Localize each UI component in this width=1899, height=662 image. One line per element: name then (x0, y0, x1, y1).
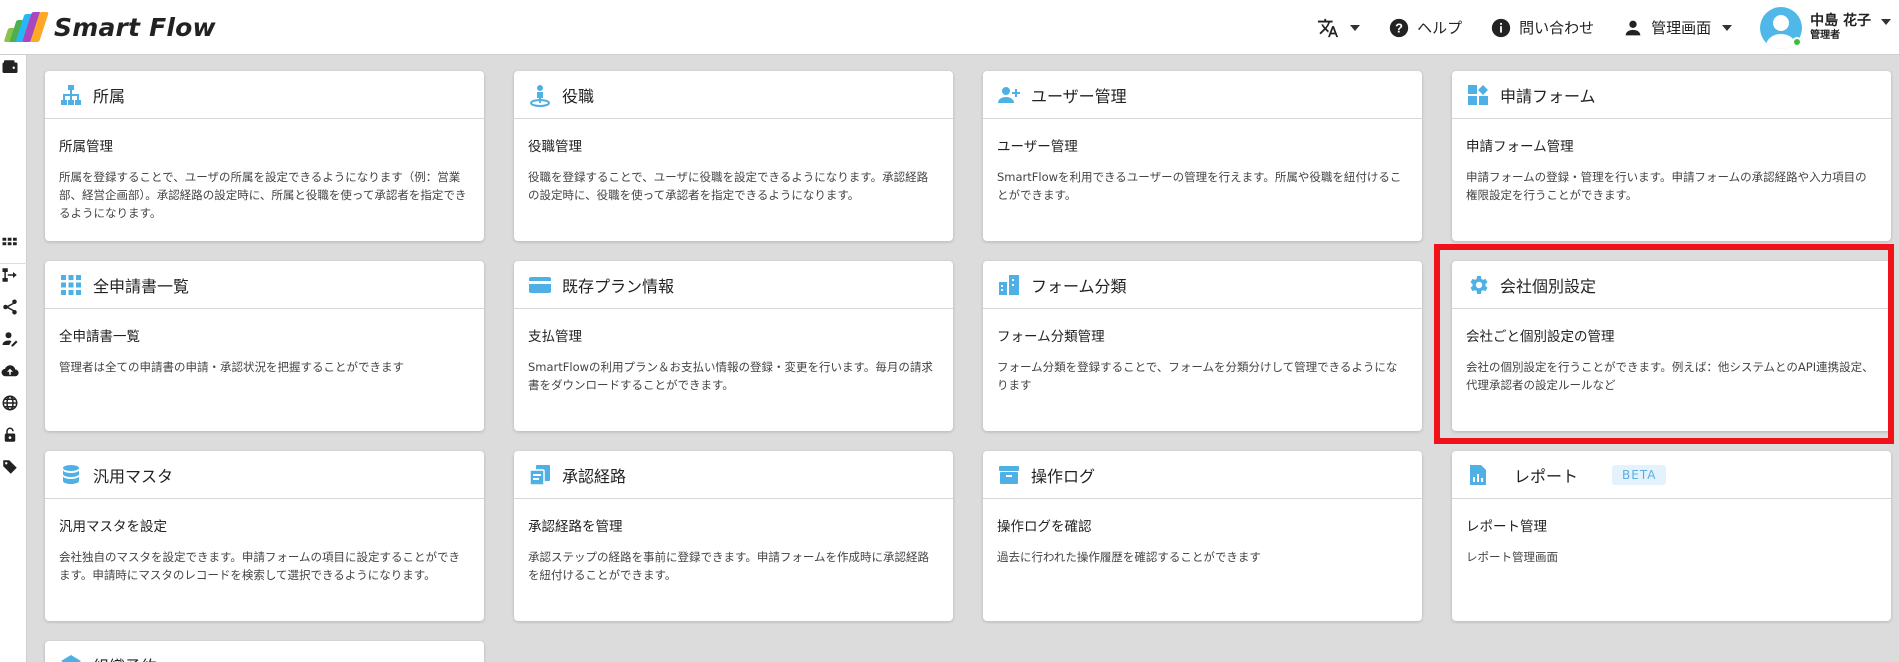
logo-mark-icon (2, 10, 49, 44)
app-name: Smart Flow (54, 12, 216, 42)
card-subtitle: 操作ログを確認 (997, 519, 1092, 535)
database-icon (63, 464, 79, 484)
card-affiliation[interactable]: 所属 所属管理 所属を登録することで、ユーザの所属を設定できるようになります（例… (45, 71, 484, 241)
card-position[interactable]: 役職 役職管理 役職を登録することで、ユーザに役職を設定できるようになります。承… (514, 71, 953, 241)
widgets-icon (1468, 84, 1488, 105)
card-subtitle: フォーム分類管理 (997, 329, 1105, 345)
card-title: 既存プラン情報 (562, 276, 675, 296)
sidebar-divider (0, 263, 27, 264)
card-title: レポート (1514, 466, 1579, 486)
card-title: 会社個別設定 (1500, 276, 1597, 296)
card-subtitle: 申請フォーム管理 (1466, 139, 1574, 155)
chevron-down-icon (1881, 18, 1891, 25)
card-subtitle: 役職管理 (528, 139, 582, 155)
language-menu[interactable] (1317, 17, 1361, 39)
left-sidebar (0, 55, 27, 662)
report-icon (1470, 464, 1486, 485)
chevron-down-icon (1722, 24, 1733, 31)
card-title: ユーザー管理 (1031, 86, 1127, 106)
card-description: 管理者は全ての申請書の申請・承認状況を把握することができます (59, 360, 404, 374)
card-form-category[interactable]: フォーム分類 フォーム分類管理 フォーム分類を登録することで、フォームを分類分け… (983, 261, 1422, 431)
card-description: レポート管理画面 (1466, 550, 1558, 564)
online-status-dot (1792, 36, 1803, 47)
card-title: 承認経路 (562, 466, 627, 486)
card-description: SmartFlowを利用できるユーザーの管理を行えます。所属や役職を紐付けること… (997, 170, 1402, 202)
credit-card-icon (529, 276, 551, 293)
card-application-form[interactable]: 申請フォーム 申請フォーム管理 申請フォームの登録・管理を行います。申請フォーム… (1452, 71, 1891, 241)
card-subtitle: 支払管理 (528, 329, 582, 345)
lock-icon[interactable] (0, 425, 20, 445)
card-subtitle: ユーザー管理 (997, 139, 1078, 155)
card-subtitle: 全申請書一覧 (59, 329, 140, 345)
card-title: 組織予約 (93, 653, 157, 662)
card-title: 操作ログ (1031, 466, 1096, 486)
org-chart-icon (61, 84, 81, 105)
archive-icon (999, 465, 1019, 484)
card-report[interactable]: レポート BETA レポート管理 レポート管理画面 (1452, 451, 1891, 621)
card-all-applications[interactable]: 全申請書一覧 全申請書一覧 管理者は全ての申請書の申請・承認状況を把握することが… (45, 261, 484, 431)
tag-icon[interactable] (0, 457, 20, 477)
user-edit-icon[interactable] (0, 329, 20, 349)
gear-icon (1470, 275, 1488, 294)
card-title: 役職 (562, 86, 595, 106)
help-link[interactable]: ? ヘルプ (1388, 17, 1462, 39)
card-plan-info[interactable]: 既存プラン情報 支払管理 SmartFlowの利用プラン＆お支払い情報の登録・変… (514, 261, 953, 431)
share-icon[interactable] (0, 297, 20, 317)
avatar (1760, 6, 1803, 49)
card-description: SmartFlowの利用プラン＆お支払い情報の登録・変更を行います。毎月の請求書… (528, 360, 933, 392)
chevron-down-icon (1350, 24, 1361, 31)
card-subtitle: 承認経路を管理 (528, 519, 623, 535)
contact-label: 問い合わせ (1519, 19, 1595, 37)
copy-icon (529, 464, 550, 486)
apps-grid-icon (61, 274, 81, 295)
wallet-icon[interactable] (0, 57, 20, 77)
person-pin-icon (530, 84, 550, 107)
card-approval-route[interactable]: 承認経路 承認経路を管理 承認ステップの経路を事前に登録できます。申請フォームを… (514, 451, 953, 621)
person-icon (1625, 20, 1641, 35)
card-subtitle: レポート管理 (1466, 519, 1547, 535)
info-icon (1491, 18, 1511, 37)
card-subtitle: 会社ごと個別設定の管理 (1466, 329, 1615, 345)
translate-icon (1317, 18, 1339, 37)
globe-icon[interactable] (0, 393, 20, 413)
card-subtitle: 汎用マスタを設定 (59, 519, 167, 535)
admin-label: 管理画面 (1651, 19, 1712, 37)
add-user-icon (998, 86, 1020, 103)
layers-icon (61, 655, 81, 662)
card-user-management[interactable]: ユーザー管理 ユーザー管理 SmartFlowを利用できるユーザーの管理を行えま… (983, 71, 1422, 241)
card-description: 役職を登録することで、ユーザに役職を設定できるようになります。承認経路の設定時に… (528, 170, 929, 202)
user-menu[interactable]: 中島 花子 管理者 (1760, 6, 1891, 49)
user-name: 中島 花子 (1810, 13, 1871, 30)
card-description: 所属を登録することで、ユーザの所属を設定できるようになります（例：営業部、経営企… (59, 170, 467, 220)
card-description: フォーム分類を登録することで、フォームを分類分けして管理できるようになります (997, 360, 1398, 392)
card-title: 汎用マスタ (93, 466, 174, 486)
card-description: 会社の個別設定を行うことができます。例えば：他システムとのAPI連携設定、代理承… (1466, 360, 1874, 392)
help-icon: ? (1389, 18, 1409, 37)
card-general-master[interactable]: 汎用マスタ 汎用マスタを設定 会社独自のマスタを設定できます。申請フォームの項目… (45, 451, 484, 621)
card-title: 全申請書一覧 (93, 276, 190, 296)
admin-menu[interactable]: 管理画面 (1622, 17, 1733, 39)
beta-badge: BETA (1612, 464, 1667, 485)
flow-icon[interactable] (0, 265, 20, 285)
card-title: 所属 (93, 86, 126, 106)
app-logo[interactable]: Smart Flow (2, 10, 216, 44)
card-description: 承認ステップの経路を事前に登録できます。申請フォームを作成時に承認経路を紐付ける… (528, 550, 930, 582)
card-description: 過去に行われた操作履歴を確認することができます (997, 550, 1261, 564)
card-subtitle: 所属管理 (59, 139, 113, 155)
card-title: フォーム分類 (1031, 276, 1127, 296)
card-company-settings[interactable]: 会社個別設定 会社ごと個別設定の管理 会社の個別設定を行うことができます。例えば… (1452, 261, 1891, 431)
card-org-reservation[interactable]: 組織予約 (45, 641, 484, 662)
grid-icon[interactable] (0, 233, 20, 253)
help-label: ヘルプ (1417, 19, 1463, 37)
top-bar: Smart Flow ? ヘルプ 問い合わせ 管理画面 中島 花子 管理者 (0, 0, 1899, 55)
card-description: 会社独自のマスタを設定できます。申請フォームの項目に設定することができます。申請… (59, 550, 461, 582)
cloud-upload-icon[interactable] (0, 361, 20, 381)
category-icon (999, 274, 1019, 295)
card-description: 申請フォームの登録・管理を行います。申請フォームの承認経路や入力項目の権限設定を… (1466, 170, 1867, 202)
card-operation-log[interactable]: 操作ログ 操作ログを確認 過去に行われた操作履歴を確認することができます (983, 451, 1422, 621)
card-title: 申請フォーム (1500, 86, 1596, 106)
contact-link[interactable]: 問い合わせ (1490, 17, 1594, 39)
user-role: 管理者 (1810, 29, 1841, 41)
svg-text:?: ? (1395, 20, 1403, 35)
